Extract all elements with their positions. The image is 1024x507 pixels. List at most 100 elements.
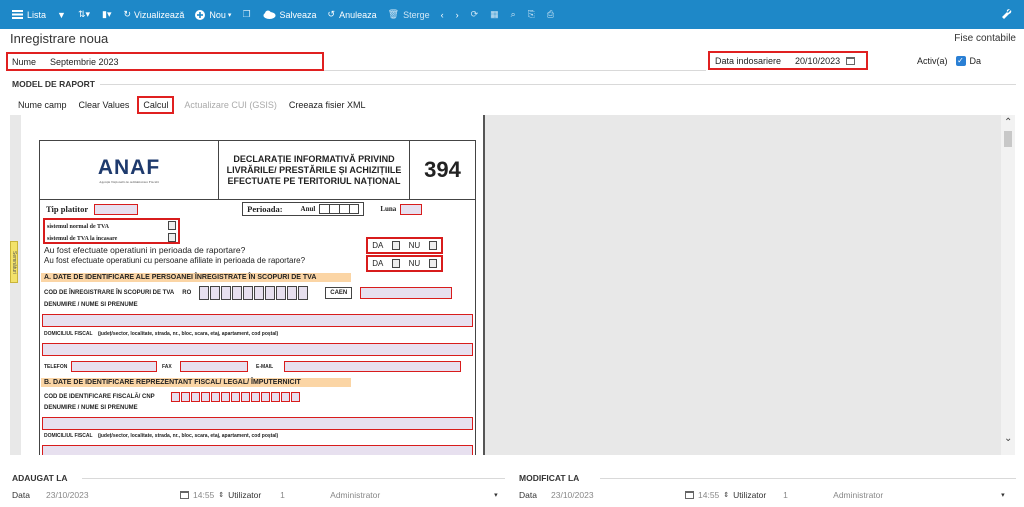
form-header: ANAF Agenția Națională de Administrare F… bbox=[40, 141, 475, 200]
tab-clear-values[interactable]: Clear Values bbox=[79, 100, 130, 110]
domiciliu-field[interactable] bbox=[42, 343, 473, 356]
trash-icon: 🗑 bbox=[387, 9, 400, 19]
fax-label: FAX bbox=[162, 363, 172, 370]
adaugat-time-value: 14:55 bbox=[193, 490, 215, 500]
domiciliu-b-field[interactable] bbox=[42, 445, 473, 455]
wrench-icon[interactable] bbox=[1001, 8, 1012, 19]
vizualizeaza-button[interactable]: ↻ Vizualizează bbox=[123, 9, 184, 20]
activ-field: Activ(a) ✓ Da bbox=[917, 56, 981, 66]
copy-icon[interactable]: ❐ bbox=[242, 9, 250, 20]
next-icon[interactable]: › bbox=[456, 10, 459, 20]
anuleaza-label: Anuleaza bbox=[339, 9, 377, 20]
tab-calcul[interactable]: Calcul bbox=[137, 96, 175, 114]
domiciliu-detail: (județ/sector, localitate, strada, nr., … bbox=[97, 331, 279, 337]
list-icon bbox=[12, 10, 23, 19]
plus-circle-icon bbox=[195, 9, 206, 20]
scroll-thumb[interactable] bbox=[1004, 131, 1012, 147]
anul-label: Anul bbox=[300, 205, 316, 213]
modificat-utilizator-label: Utilizator bbox=[733, 490, 767, 500]
luna-field[interactable] bbox=[400, 203, 423, 215]
scroll-up-icon[interactable]: ⌃ bbox=[1004, 117, 1012, 128]
anaf-logo: ANAF Agenția Națională de Administrare F… bbox=[40, 141, 218, 199]
sterge-button[interactable]: 🗑 Sterge bbox=[388, 9, 430, 20]
pdf-viewer[interactable]: Semnături ANAF Agenția Națională de Admi… bbox=[10, 115, 1015, 455]
viewer-scrollbar[interactable]: ⌃ ⌄ bbox=[1001, 115, 1015, 455]
q2-nu-checkbox[interactable] bbox=[428, 259, 437, 268]
modificat-user-id: 1 bbox=[783, 490, 788, 500]
model-raport-heading: MODEL DE RAPORT bbox=[12, 79, 95, 89]
tab-nume-camp[interactable]: Nume camp bbox=[18, 100, 67, 110]
caen-label: CAEN bbox=[325, 287, 353, 299]
lista-button[interactable]: Lista bbox=[12, 10, 46, 20]
prev-icon[interactable]: ‹ bbox=[441, 10, 444, 20]
q1-nu-checkbox[interactable] bbox=[428, 241, 437, 250]
calendar-icon[interactable] bbox=[846, 56, 856, 65]
telefon-field[interactable] bbox=[71, 361, 157, 372]
sistem-normal-checkbox[interactable] bbox=[168, 221, 176, 230]
salveaza-button[interactable]: Salveaza bbox=[263, 10, 317, 20]
nume-field[interactable]: Nume Septembrie 2023 bbox=[6, 52, 324, 71]
undo-icon: ↺ bbox=[327, 9, 336, 19]
tab-creeaza-xml[interactable]: Creeaza fisier XML bbox=[289, 100, 366, 110]
reload-icon[interactable]: ⟳ bbox=[471, 9, 479, 20]
cnp-field[interactable] bbox=[170, 392, 301, 402]
tip-platitor-field[interactable] bbox=[94, 203, 139, 215]
q2-answer: DA NU bbox=[366, 255, 443, 272]
domiciliu-b-label: DOMICILIUL FISCAL bbox=[44, 433, 93, 439]
grid-icon[interactable]: ▦ bbox=[490, 9, 499, 20]
modificat-divider bbox=[600, 478, 1016, 479]
q1-answer: DA NU bbox=[366, 237, 443, 254]
denumire-label: DENUMIRE / NUME SI PRENUME bbox=[44, 302, 138, 308]
attachment-icon[interactable]: ⎘ bbox=[528, 9, 535, 20]
cod-inregistrare-label: COD DE ÎNREGISTRARE ÎN SCOPURI DE TVA bbox=[44, 290, 175, 296]
form-number: 394 bbox=[409, 141, 475, 199]
title-line-2: LIVRĂRILE/ PRESTĂRILE ȘI ACHIZIȚIILE bbox=[226, 164, 402, 175]
modificat-time-spin-icon: ⇕ bbox=[723, 492, 730, 499]
sort-icon[interactable]: ⇅▾ bbox=[78, 9, 90, 20]
anaf-logo-subtitle: Agenția Națională de Administrare Fiscal… bbox=[99, 180, 159, 184]
domiciliu-label: DOMICILIUL FISCAL bbox=[44, 331, 93, 337]
lista-label: Lista bbox=[27, 9, 47, 20]
sistem-incasare-checkbox[interactable] bbox=[168, 233, 176, 242]
caen-field[interactable] bbox=[360, 287, 453, 299]
filter-icon[interactable]: ▼ bbox=[57, 10, 66, 20]
section-b-heading: B. DATE DE IDENTIFICARE REPREZENTANT FIS… bbox=[41, 378, 351, 387]
vizualizeaza-label: Vizualizează bbox=[134, 9, 185, 20]
refresh-view-icon: ↻ bbox=[123, 9, 132, 19]
salveaza-label: Salveaza bbox=[279, 9, 317, 20]
cui-field[interactable] bbox=[199, 286, 309, 300]
cod-identificare-label: COD DE IDENTIFICARE FISCALĂ/ CNP bbox=[44, 394, 155, 400]
nou-button[interactable]: Nou ▾ bbox=[195, 9, 231, 20]
email-field[interactable] bbox=[284, 361, 461, 372]
sistem-normal-label: sistemul normal de TVA bbox=[47, 224, 109, 230]
data-indosariere-value[interactable]: 20/10/2023 bbox=[795, 56, 840, 66]
q1-da-checkbox[interactable] bbox=[391, 241, 400, 250]
nume-value[interactable]: Septembrie 2023 bbox=[50, 57, 119, 67]
page-title: Inregistrare noua bbox=[10, 31, 109, 46]
d394-form: ANAF Agenția Națională de Administrare F… bbox=[39, 140, 476, 455]
print-icon[interactable]: ⎙ bbox=[547, 9, 554, 20]
adaugat-date-value: 23/10/2023 bbox=[46, 490, 89, 500]
modificat-date-value: 23/10/2023 bbox=[551, 490, 594, 500]
fax-field[interactable] bbox=[180, 361, 248, 372]
q2-da-checkbox[interactable] bbox=[391, 259, 400, 268]
data-indosariere-label: Data indosariere bbox=[715, 55, 782, 66]
scroll-down-icon[interactable]: ⌄ bbox=[1004, 433, 1012, 444]
anuleaza-button[interactable]: ↺ Anuleaza bbox=[328, 9, 377, 20]
signatures-side-tab[interactable]: Semnături bbox=[10, 241, 18, 283]
model-tabs: Nume camp Clear Values Calcul Actualizar… bbox=[18, 96, 377, 114]
activ-checkbox[interactable]: ✓ bbox=[955, 56, 966, 66]
bookmark-icon[interactable]: ▮▾ bbox=[102, 9, 111, 20]
ro-label: RO bbox=[182, 290, 192, 296]
data-indosariere-field[interactable]: Data indosariere 20/10/2023 bbox=[708, 51, 868, 70]
denumire-b-field[interactable] bbox=[42, 417, 473, 430]
sistem-incasare-label: sistemul de TVA la incasare bbox=[47, 236, 118, 242]
domiciliu-b-detail: (județ/sector, localitate, strada, nr., … bbox=[97, 433, 279, 439]
denumire-field[interactable] bbox=[42, 314, 473, 327]
anul-field[interactable] bbox=[319, 204, 360, 214]
fise-contabile-link[interactable]: Fise contabile bbox=[954, 33, 1016, 44]
adaugat-heading: ADAUGAT LA bbox=[12, 473, 68, 483]
zoom-icon[interactable]: ⌕ bbox=[511, 9, 516, 20]
q1-da-label: DA bbox=[372, 241, 384, 250]
modificat-data-label: Data bbox=[519, 490, 537, 500]
